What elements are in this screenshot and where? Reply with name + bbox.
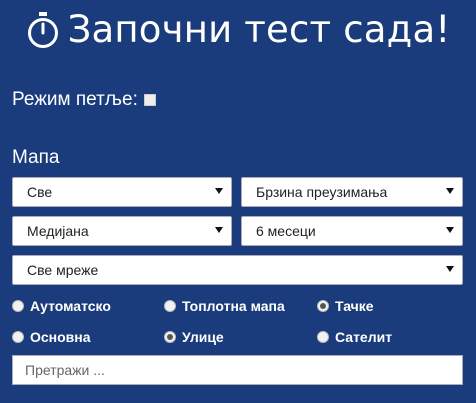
radio-button[interactable] (164, 331, 176, 343)
chevron-down-icon (215, 188, 223, 194)
loop-mode-label: Режим петље: (12, 89, 138, 110)
radio-points[interactable]: Тачке (317, 298, 374, 314)
radio-heatmap-label: Топлотна мапа (182, 298, 285, 314)
radio-automatic[interactable]: Аутоматско (12, 298, 164, 314)
filter-select[interactable]: Све (12, 177, 232, 207)
radio-points-label: Тачке (335, 298, 374, 314)
loop-mode-checkbox[interactable] (143, 94, 156, 106)
page-title-text: Започни тест сада! (67, 8, 451, 51)
loop-mode-row: Режим петље: (12, 89, 156, 111)
stat-select-value: Медијана (27, 223, 89, 239)
radio-button[interactable] (12, 331, 24, 343)
radio-button[interactable] (317, 300, 329, 312)
period-select[interactable]: 6 месеци (241, 216, 463, 246)
radio-button[interactable] (317, 331, 329, 343)
network-select[interactable]: Све мреже (12, 255, 463, 285)
stopwatch-icon (27, 11, 58, 48)
stat-select[interactable]: Медијана (12, 216, 232, 246)
metric-select[interactable]: Брзина преузимања (241, 177, 463, 207)
radio-streets[interactable]: Улице (164, 329, 317, 345)
map-type-radio-group: Аутоматско Топлотна мапа Тачке (12, 298, 374, 314)
radio-satellite[interactable]: Сателит (317, 329, 392, 345)
radio-button[interactable] (164, 300, 176, 312)
chevron-down-icon (446, 227, 454, 233)
radio-basic[interactable]: Основна (12, 329, 164, 345)
radio-automatic-label: Аутоматско (30, 298, 111, 314)
radio-heatmap[interactable]: Топлотна мапа (164, 298, 317, 314)
chevron-down-icon (446, 188, 454, 194)
network-select-value: Све мреже (27, 262, 99, 278)
search-input[interactable] (12, 355, 463, 385)
map-label: Мапа (12, 147, 60, 168)
radio-satellite-label: Сателит (335, 329, 393, 345)
page-title: Започни тест сада! (0, 8, 476, 51)
base-map-radio-group: Основна Улице Сателит (12, 329, 392, 345)
chevron-down-icon (446, 266, 454, 272)
chevron-down-icon (215, 227, 223, 233)
filter-select-value: Све (27, 184, 53, 200)
metric-select-value: Брзина преузимања (256, 184, 388, 200)
period-select-value: 6 месеци (256, 223, 316, 239)
radio-button[interactable] (12, 300, 24, 312)
radio-basic-label: Основна (30, 329, 91, 345)
radio-streets-label: Улице (182, 329, 224, 345)
